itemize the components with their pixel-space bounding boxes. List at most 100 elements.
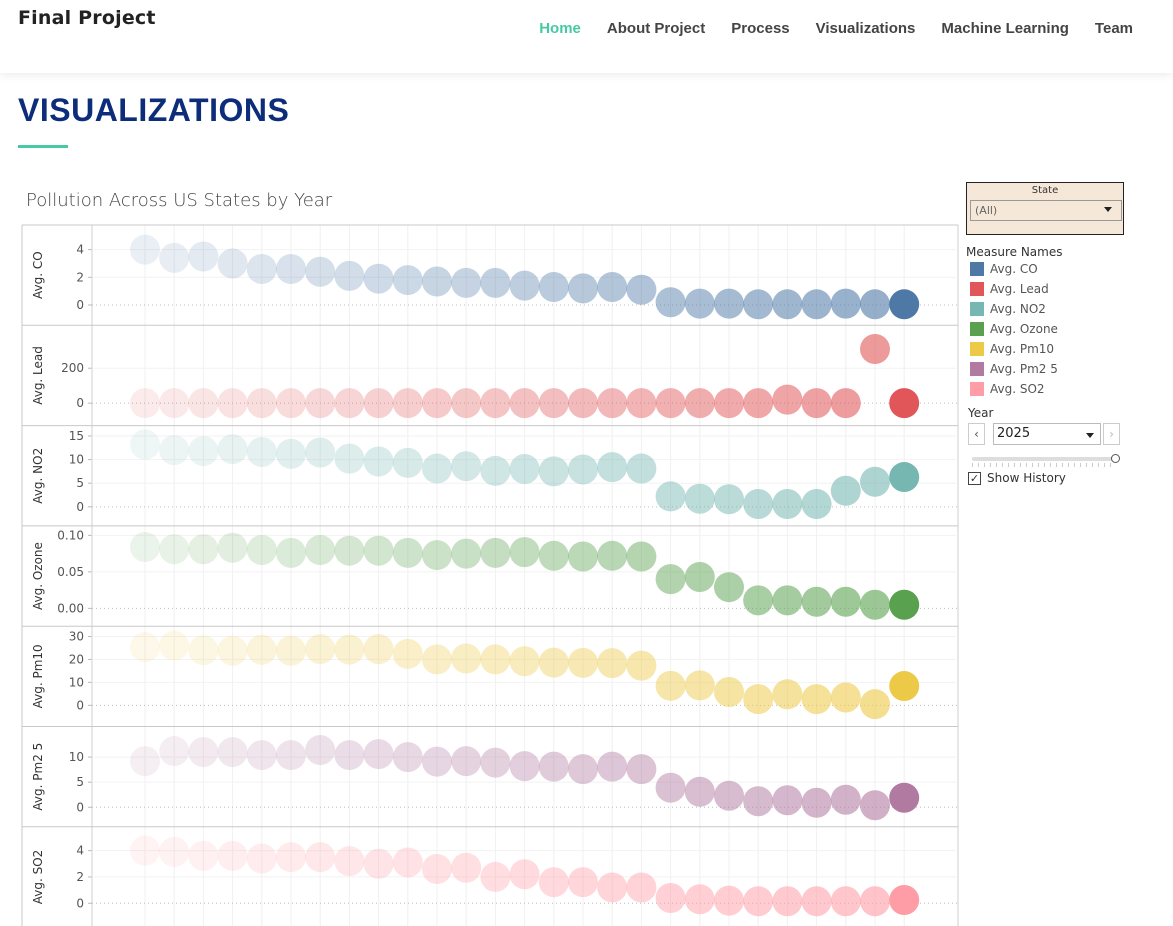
data-point xyxy=(714,388,744,419)
axis-label: Avg. CO xyxy=(31,251,45,299)
tick-label: 0 xyxy=(76,896,84,910)
legend-item[interactable]: Avg. Ozone xyxy=(966,319,1166,339)
legend-item[interactable]: Avg. NO2 xyxy=(966,299,1166,319)
data-point xyxy=(772,679,803,710)
data-point xyxy=(509,751,540,782)
data-point xyxy=(684,670,715,701)
show-history-checkbox[interactable]: ✓ xyxy=(968,471,981,485)
data-point xyxy=(159,534,190,565)
data-point xyxy=(130,532,160,563)
legend-item[interactable]: Avg. Pm10 xyxy=(966,339,1166,359)
data-point xyxy=(422,854,452,885)
show-history-toggle[interactable]: ✓ Show History xyxy=(966,471,1166,485)
data-point xyxy=(626,872,657,903)
tick-label: 4 xyxy=(76,243,84,257)
data-point xyxy=(743,585,774,616)
data-point xyxy=(655,772,686,803)
data-point xyxy=(363,446,394,477)
data-point xyxy=(217,388,248,419)
data-point xyxy=(276,635,306,666)
tick-label: 20 xyxy=(69,652,84,666)
data-point xyxy=(684,388,715,419)
legend-swatch xyxy=(970,282,984,296)
data-point xyxy=(889,671,920,702)
data-point xyxy=(772,785,803,816)
nav-home[interactable]: Home xyxy=(539,20,581,37)
tick-label: 0 xyxy=(76,800,84,814)
axis-label: Avg. Pm10 xyxy=(31,644,45,708)
tick-label: 200 xyxy=(61,361,84,375)
axis-label: Avg. Lead xyxy=(31,346,45,405)
slider-handle[interactable] xyxy=(1111,454,1120,463)
show-history-label: Show History xyxy=(987,471,1066,485)
data-point xyxy=(626,541,657,572)
data-point xyxy=(714,484,744,515)
tick-label: 0 xyxy=(76,698,84,712)
data-point xyxy=(743,684,774,715)
data-point xyxy=(860,466,890,497)
data-point xyxy=(889,782,920,813)
data-point xyxy=(772,585,803,616)
data-point xyxy=(334,260,365,291)
data-point xyxy=(568,541,598,572)
data-point xyxy=(830,886,861,917)
data-point xyxy=(538,271,569,302)
nav-team[interactable]: Team xyxy=(1095,20,1133,37)
data-point xyxy=(422,540,452,571)
year-select[interactable]: 2025 xyxy=(993,423,1101,445)
data-point xyxy=(743,488,774,519)
data-point xyxy=(684,884,715,915)
data-point xyxy=(246,534,277,565)
data-point xyxy=(334,388,365,419)
legend-title: Measure Names xyxy=(966,245,1063,259)
data-point xyxy=(509,454,540,485)
data-point xyxy=(305,256,336,287)
tick-label: 0 xyxy=(76,298,84,312)
data-point xyxy=(217,434,248,465)
data-point xyxy=(597,751,628,782)
data-point xyxy=(860,790,890,821)
data-point xyxy=(188,534,219,565)
tick-label: 0.05 xyxy=(57,565,84,579)
data-point xyxy=(392,638,423,669)
data-point xyxy=(860,689,890,720)
nav-visualizations[interactable]: Visualizations xyxy=(816,20,916,37)
brand-title[interactable]: Final Project xyxy=(18,7,156,29)
legend-item[interactable]: Avg. CO xyxy=(966,259,1166,279)
legend-label: Avg. Pm10 xyxy=(990,342,1055,356)
data-point xyxy=(305,534,336,565)
data-point xyxy=(130,234,160,265)
year-slider[interactable] xyxy=(966,451,1166,469)
data-point xyxy=(188,840,219,871)
data-point xyxy=(305,388,336,419)
legend-item[interactable]: Avg. Lead xyxy=(966,279,1166,299)
data-point xyxy=(801,886,832,917)
data-point xyxy=(159,435,190,466)
legend-item[interactable]: Avg. SO2 xyxy=(966,379,1166,399)
tick-label: 30 xyxy=(69,629,84,643)
tick-label: 0.00 xyxy=(57,601,84,615)
chart-title: Pollution Across US States by Year xyxy=(26,190,333,211)
data-point xyxy=(860,334,890,365)
data-point xyxy=(830,682,861,713)
year-next-button[interactable]: › xyxy=(1103,423,1120,445)
year-prev-button[interactable]: ‹ xyxy=(968,423,985,445)
legend-item[interactable]: Avg. Pm2 5 xyxy=(966,359,1166,379)
nav-machine-learning[interactable]: Machine Learning xyxy=(941,20,1069,37)
data-point xyxy=(480,267,511,298)
legend-label: Avg. Lead xyxy=(990,282,1049,296)
legend-swatch xyxy=(970,362,984,376)
legend-label: Avg. NO2 xyxy=(990,302,1046,316)
state-filter-select[interactable]: (All) xyxy=(970,200,1122,221)
data-point xyxy=(130,632,160,663)
data-point xyxy=(509,859,540,890)
data-point xyxy=(480,861,511,892)
nav-about-project[interactable]: About Project xyxy=(607,20,705,37)
data-point xyxy=(392,742,423,773)
nav-process[interactable]: Process xyxy=(731,20,789,37)
data-point xyxy=(188,635,219,666)
data-point xyxy=(568,273,598,304)
data-point xyxy=(772,384,803,415)
data-point xyxy=(305,842,336,873)
data-point xyxy=(159,242,190,273)
